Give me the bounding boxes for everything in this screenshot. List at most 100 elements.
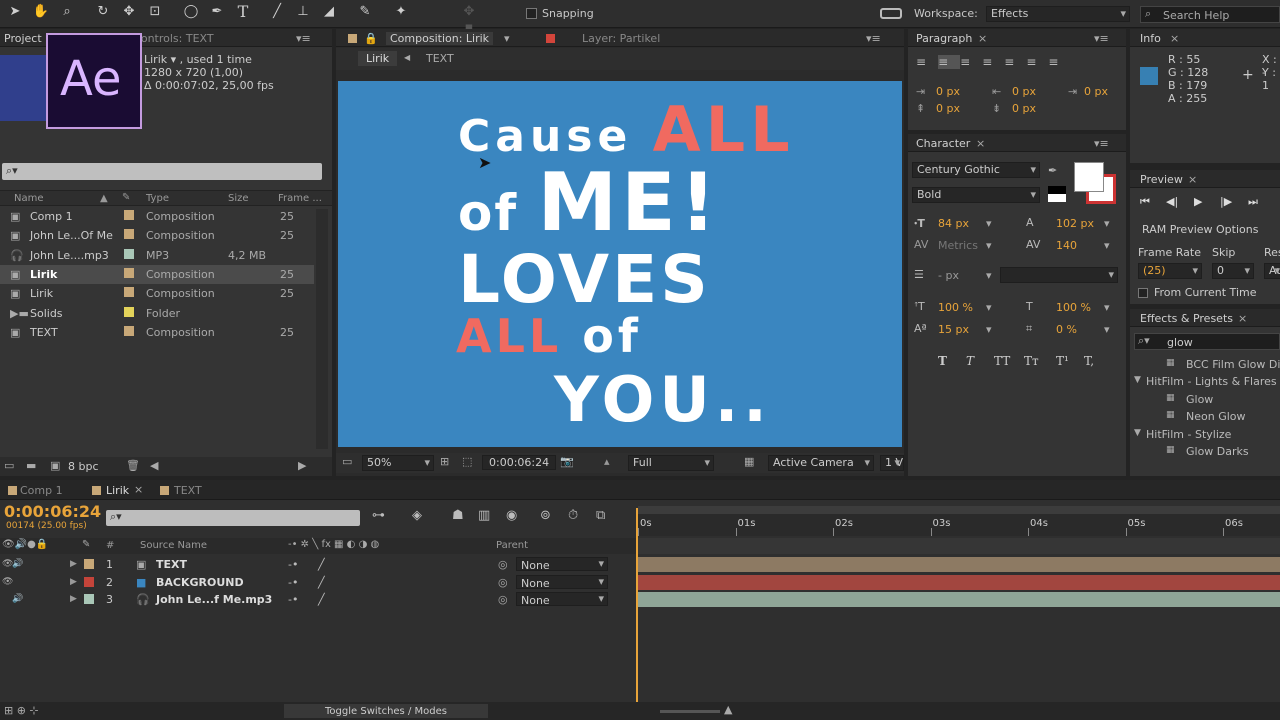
next-frame-icon[interactable]: |▶ [1220, 195, 1232, 208]
leading-dd-icon[interactable]: ▾ [1104, 217, 1110, 230]
always-preview-icon[interactable]: ▭ [342, 455, 352, 468]
subscript-button[interactable]: T, [1084, 354, 1094, 368]
close-icon[interactable]: × [1170, 32, 1179, 45]
horizontal-scale-value[interactable]: 100 % [1056, 301, 1091, 314]
rotate-tool-icon[interactable]: ↻ [94, 4, 112, 20]
timeline-layer-row[interactable]: 🔊 ▶ 3 🎧 John Le...f Me.mp3 -• ╱ ◎ None [0, 591, 636, 608]
layer-label-swatch[interactable] [84, 594, 94, 604]
col-type[interactable]: Type [146, 193, 169, 204]
pickwhip-icon[interactable]: ◎ [498, 576, 508, 589]
close-icon[interactable]: × [976, 137, 985, 150]
transparency-grid-icon[interactable]: ▦ [744, 455, 754, 468]
new-comp-icon[interactable]: ▣ [50, 459, 60, 472]
audio-icon[interactable]: 🔊 [12, 594, 23, 604]
tab-composition[interactable]: Composition: Lirik [386, 32, 494, 45]
pan-behind-icon[interactable]: ⊡ [146, 4, 164, 20]
space-after-value[interactable]: 0 px [1012, 102, 1036, 115]
brainstorm-icon[interactable]: ⊚ [540, 508, 551, 523]
timeline-search-input[interactable]: ⌕▾ [106, 510, 360, 526]
type-tool-icon[interactable]: T [234, 4, 252, 20]
motion-blur-icon[interactable]: ◉ [506, 508, 517, 523]
layer-duration-bar[interactable] [638, 592, 1280, 607]
tab-dropdown-icon[interactable]: ▾ [504, 32, 510, 45]
panel-menu-icon[interactable]: ▾≡ [296, 32, 311, 45]
faux-bold-button[interactable]: T [938, 354, 947, 368]
layer-duration-bar[interactable] [638, 557, 1280, 572]
expand-triangle-icon[interactable]: ▶ [70, 594, 77, 604]
layer-label-swatch[interactable] [84, 576, 94, 587]
panel-menu-icon[interactable]: ▾≡ [1094, 137, 1109, 150]
black-swatch[interactable] [1048, 186, 1066, 194]
scroll-left-icon[interactable]: ◀ [150, 459, 158, 472]
parent-dropdown[interactable]: None [516, 592, 608, 606]
pickwhip-icon[interactable]: ◎ [498, 558, 508, 571]
bit-depth[interactable]: 8 bpc [68, 460, 99, 473]
tab-character[interactable]: Character [916, 137, 970, 150]
effects-group[interactable]: ▼ HitFilm - Lights & Flares [1130, 374, 1280, 391]
ellipse-tool-icon[interactable]: ◯ [182, 4, 200, 20]
trash-icon[interactable]: 🗑 [126, 459, 140, 472]
pickwhip-icon[interactable]: ◎ [498, 593, 508, 606]
kerning-dd-icon[interactable]: ▾ [986, 239, 992, 252]
effect-item[interactable]: ▦ Neon Glow [1130, 409, 1280, 426]
time-ruler[interactable]: 0s 01s 02s 03s 04s 05s 06s [638, 514, 1280, 536]
space-before-value[interactable]: 0 px [936, 102, 960, 115]
zoom-in-icon[interactable]: ▲ [724, 703, 732, 716]
label-color-swatch[interactable] [124, 267, 134, 278]
baseline-shift-dd-icon[interactable]: ▾ [986, 323, 992, 336]
camera-orbit-icon[interactable]: ✥ [120, 4, 138, 20]
snapshot-icon[interactable]: 📷 [560, 455, 574, 468]
graph-editor-icon[interactable]: ⧉ [596, 508, 605, 523]
stroke-width-dd-icon[interactable]: ▾ [986, 269, 992, 282]
collapse-switch-icon[interactable]: -• [288, 558, 298, 571]
align-right-icon[interactable]: ≡ [960, 55, 982, 69]
lock-icon[interactable]: 🔒 [364, 32, 378, 45]
work-area-bar[interactable] [638, 506, 1280, 514]
baseline-shift-value[interactable]: 15 px [938, 323, 969, 336]
vr-icon[interactable] [880, 8, 902, 19]
breadcrumb-text[interactable]: TEXT [426, 52, 454, 65]
stroke-style-dropdown[interactable] [1000, 267, 1118, 283]
timeline-timecode[interactable]: 0:00:06:24 [4, 502, 101, 521]
effects-search-input[interactable]: ⌕▾ glow [1134, 333, 1280, 350]
font-style-dropdown[interactable]: Bold [912, 187, 1040, 203]
justify-all-icon[interactable]: ≡ [1048, 55, 1070, 69]
first-frame-icon[interactable]: ⏮ [1140, 195, 1150, 209]
play-icon[interactable]: ▶ [1194, 195, 1202, 208]
zoom-tool-icon[interactable]: ⌕ [58, 4, 76, 20]
project-search-input[interactable]: ⌕▾ [2, 163, 322, 180]
expand-triangle-icon[interactable]: ▶ [70, 559, 77, 569]
scroll-right-icon[interactable]: ▶ [298, 459, 306, 472]
panel-menu-icon[interactable]: ▾≡ [1094, 32, 1109, 45]
justify-left-icon[interactable]: ≡ [982, 55, 1004, 69]
justify-center-icon[interactable]: ≡ [1004, 55, 1026, 69]
superscript-button[interactable]: T¹ [1056, 354, 1069, 368]
tab-lirik[interactable]: Lirik [106, 484, 129, 497]
quality-switch-icon[interactable]: ╱ [318, 593, 325, 606]
tab-text[interactable]: TEXT [174, 484, 202, 497]
last-frame-icon[interactable]: ⏭ [1248, 195, 1258, 209]
tab-info[interactable]: Info [1140, 32, 1161, 45]
label-color-swatch[interactable] [124, 325, 134, 336]
tab-effects-presets[interactable]: Effects & Presets [1140, 312, 1233, 325]
brush-tool-icon[interactable]: ╱ [268, 4, 286, 20]
prev-frame-icon[interactable]: ◀| [1166, 195, 1178, 208]
project-item[interactable]: ▣ Lirik Composition 25 [0, 264, 314, 284]
region-icon[interactable]: ⬚ [462, 455, 472, 468]
expand-triangle-icon[interactable]: ▶ [70, 577, 77, 587]
label-color-swatch[interactable] [124, 248, 134, 259]
tab-paragraph[interactable]: Paragraph [916, 32, 972, 45]
frame-blending-icon[interactable]: ▥ [478, 508, 490, 523]
label-color-swatch[interactable] [124, 229, 134, 240]
close-icon[interactable]: × [1238, 312, 1247, 325]
all-caps-button[interactable]: TT [994, 354, 1010, 368]
label-color-swatch[interactable] [124, 306, 134, 317]
label-color-swatch[interactable] [124, 210, 134, 220]
eraser-tool-icon[interactable]: ◢ [320, 4, 338, 20]
horizontal-scale-dd-icon[interactable]: ▾ [1104, 301, 1110, 314]
zoom-slider[interactable] [660, 710, 720, 713]
indent-left-value[interactable]: 0 px [936, 85, 960, 98]
col-source-name[interactable]: Source Name [140, 540, 207, 551]
quality-switch-icon[interactable]: ╱ [318, 576, 325, 589]
skip-dropdown[interactable]: 0 [1212, 263, 1254, 279]
